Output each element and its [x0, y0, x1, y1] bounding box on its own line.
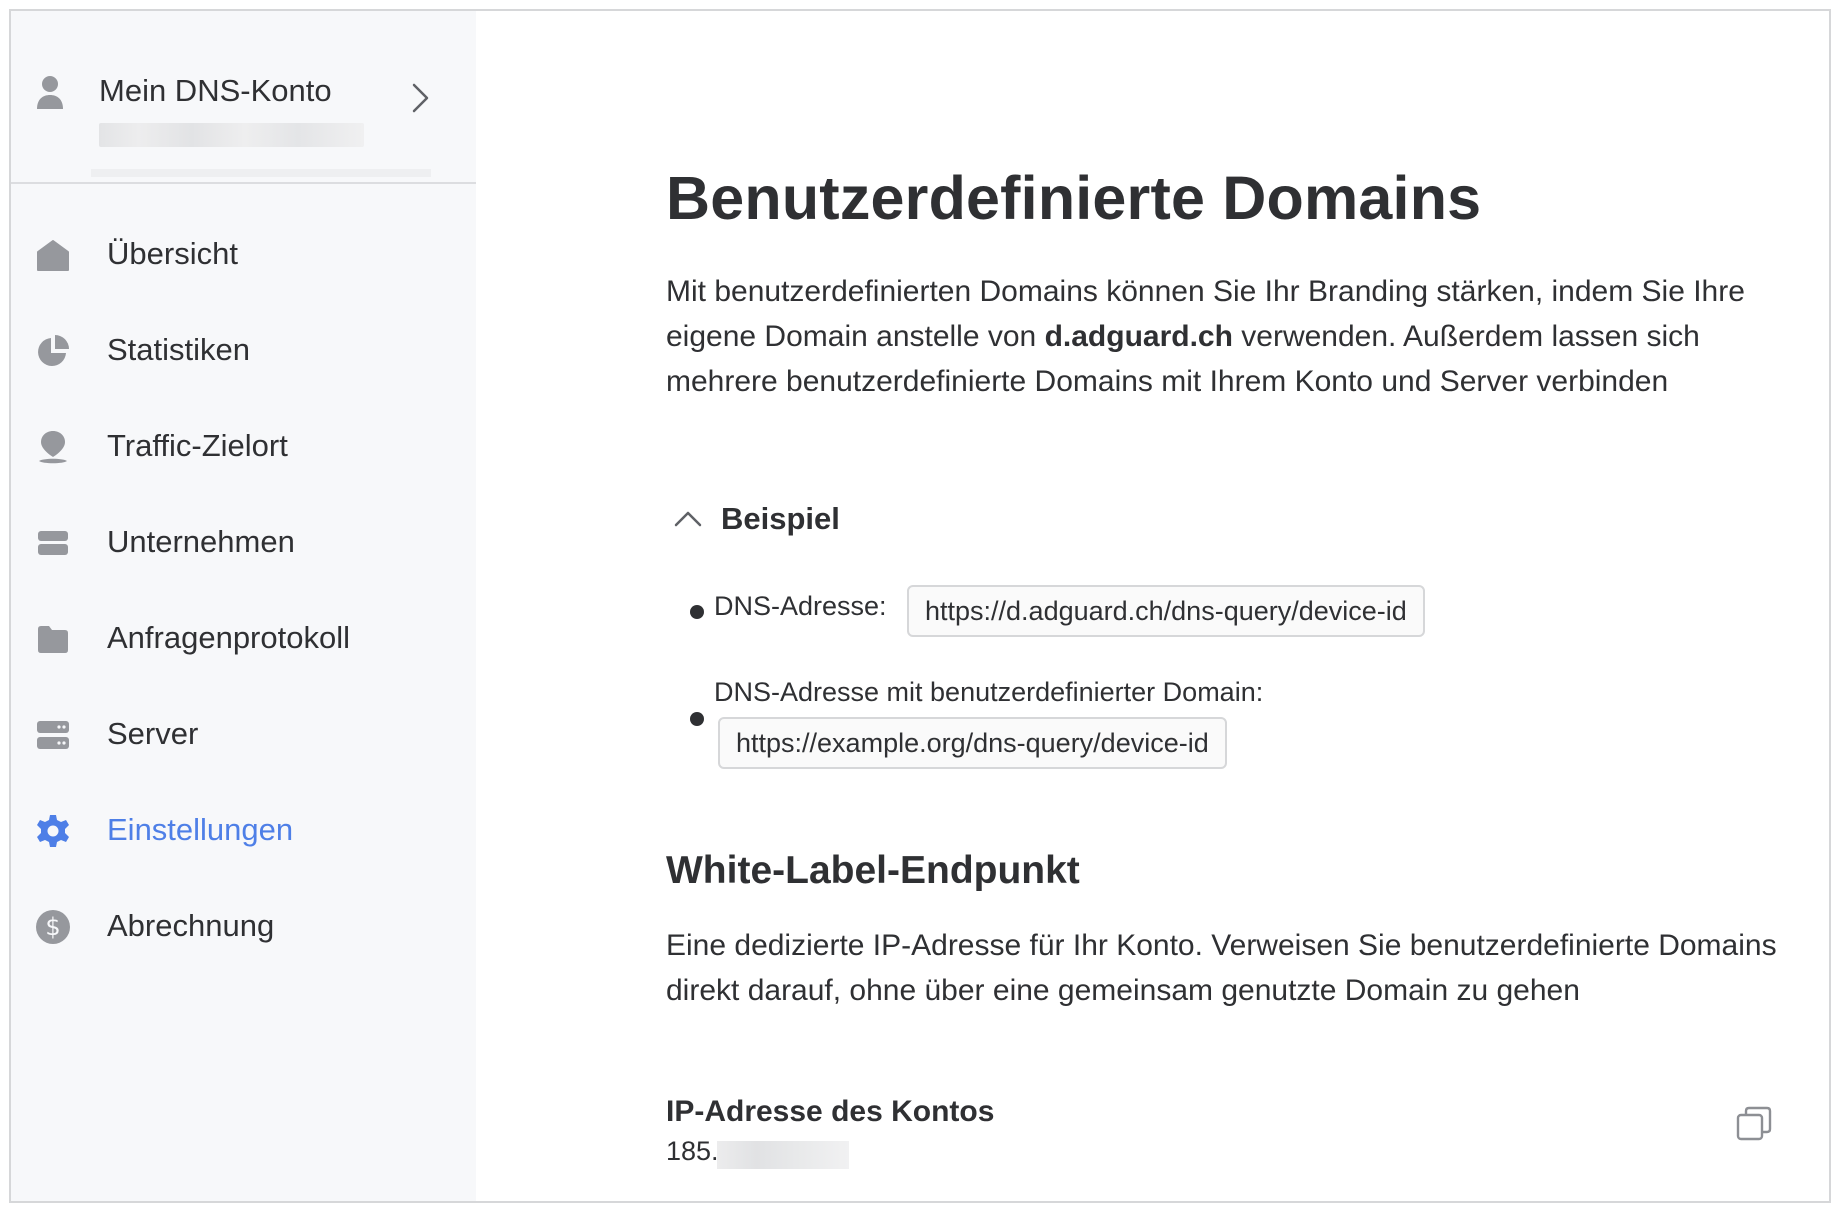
- sidebar-item-settings[interactable]: Einstellungen: [11, 782, 476, 878]
- dollar-icon: $: [36, 910, 70, 944]
- white-label-title: White-Label-Endpunkt: [666, 849, 1080, 892]
- account-name: Mein DNS-Konto: [99, 73, 332, 108]
- app-window: Mein DNS-Konto Übersicht Statistiken Tra…: [9, 9, 1831, 1203]
- sidebar-item-label: Anfragenprotokoll: [107, 620, 350, 655]
- sidebar-item-label: Übersicht: [107, 236, 238, 271]
- folder-icon: [38, 626, 68, 653]
- company-card-icon: [38, 531, 68, 555]
- server-icon: [37, 721, 69, 749]
- location-pin-icon: [39, 431, 67, 464]
- chevron-right-icon: [412, 83, 429, 113]
- account-id-redacted: [99, 123, 364, 147]
- sidebar-item-label: Server: [107, 716, 199, 751]
- default-domain: d.adguard.ch: [1044, 320, 1233, 353]
- sidebar-item-label: Traffic-Zielort: [107, 428, 288, 463]
- account-subline-redacted: [91, 169, 431, 177]
- svg-text:$: $: [45, 913, 60, 941]
- intro-text: Mit benutzerdefinierten Domains können S…: [666, 275, 1745, 398]
- gear-icon: [37, 815, 69, 847]
- page-title: Benutzerdefinierte Domains: [666, 164, 1482, 232]
- main-content: Benutzerdefinierte Domains Mit benutzerd…: [476, 11, 1829, 1201]
- sidebar-item-billing[interactable]: $ Abrechnung: [11, 878, 476, 974]
- sidebar: Mein DNS-Konto Übersicht Statistiken Tra…: [11, 11, 476, 1201]
- account-switcher[interactable]: Mein DNS-Konto: [11, 11, 476, 184]
- chevron-up-icon: [674, 511, 702, 527]
- white-label-description: Eine dedizierte IP-Adresse für Ihr Konto…: [666, 929, 1777, 1007]
- sidebar-item-label: Statistiken: [107, 332, 251, 367]
- sidebar-item-server[interactable]: Server: [11, 686, 476, 782]
- sidebar-item-overview[interactable]: Übersicht: [11, 206, 476, 302]
- sidebar-item-statistics[interactable]: Statistiken: [11, 302, 476, 398]
- sidebar-item-query-log[interactable]: Anfragenprotokoll: [11, 590, 476, 686]
- dns-address-example: https://d.adguard.ch/dns-query/device-id: [907, 585, 1425, 637]
- custom-dns-address-example: https://example.org/dns-query/device-id: [718, 717, 1227, 769]
- dns-address-label: DNS-Adresse:: [714, 591, 887, 621]
- list-bullet: [690, 712, 704, 726]
- example-toggle-label: Beispiel: [721, 501, 840, 536]
- custom-dns-address-label: DNS-Adresse mit benutzerdefinierter Doma…: [714, 677, 1264, 707]
- account-ip-label: IP-Adresse des Kontos: [666, 1095, 995, 1128]
- pie-chart-icon: [38, 335, 69, 366]
- sidebar-item-label: Abrechnung: [107, 908, 275, 943]
- sidebar-item-traffic-destination[interactable]: Traffic-Zielort: [11, 398, 476, 494]
- sidebar-item-company[interactable]: Unternehmen: [11, 494, 476, 590]
- home-icon: [37, 240, 69, 271]
- account-ip-redacted: [717, 1141, 849, 1169]
- sidebar-nav: Übersicht Statistiken Traffic-Zielort Un…: [11, 206, 476, 974]
- list-bullet: [690, 605, 704, 619]
- sidebar-item-label: Unternehmen: [107, 524, 295, 559]
- account-ip-value: 185.: [666, 1136, 719, 1166]
- sidebar-item-label: Einstellungen: [107, 812, 294, 847]
- user-icon: [37, 76, 63, 109]
- copy-icon[interactable]: [1734, 1104, 1774, 1144]
